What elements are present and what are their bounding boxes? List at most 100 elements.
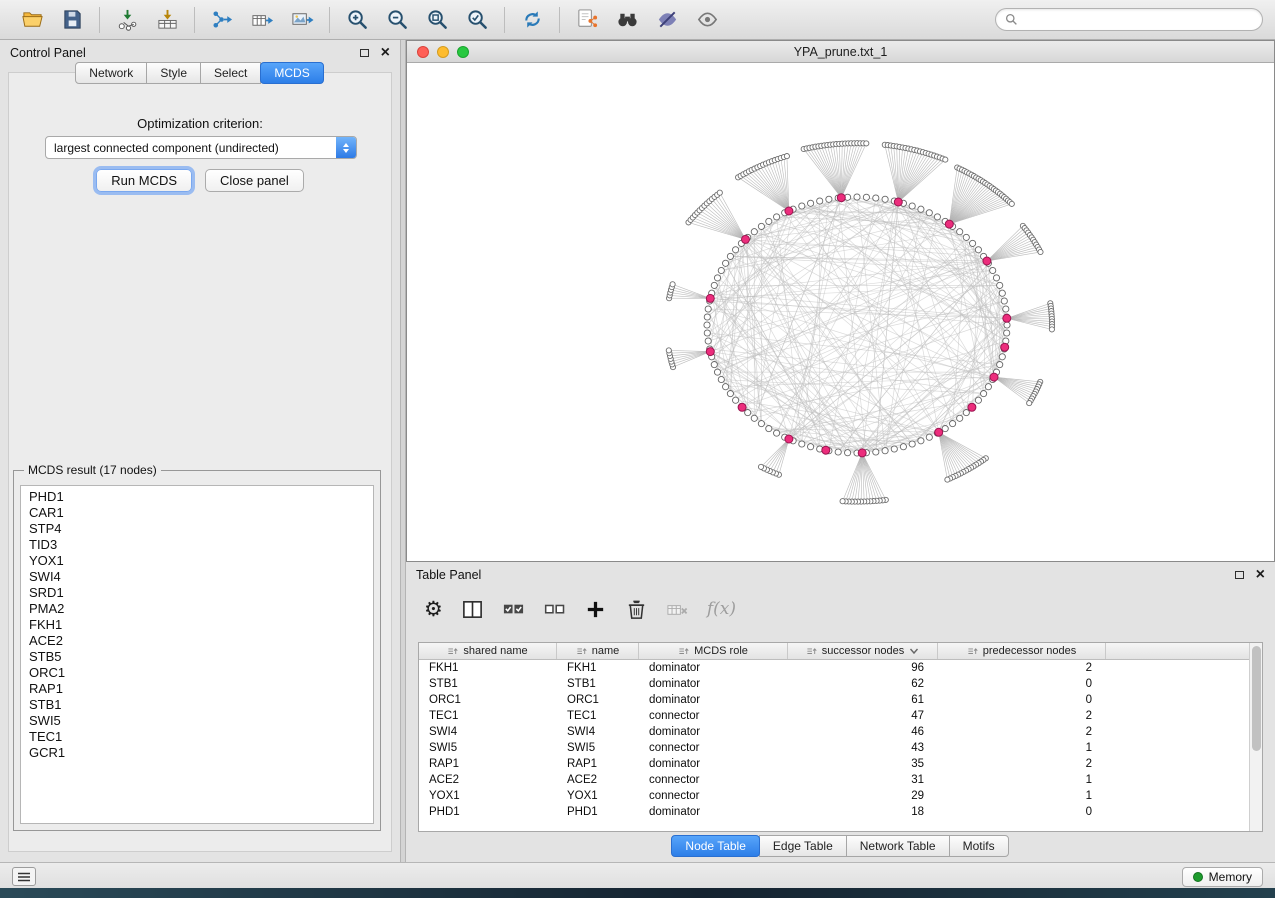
node[interactable]	[997, 362, 1003, 368]
column-header-shared-name[interactable]: shared name	[419, 643, 557, 659]
node[interactable]	[963, 234, 969, 240]
node[interactable]	[909, 441, 915, 447]
tab-select[interactable]: Select	[200, 62, 261, 84]
maximize-window-icon[interactable]	[457, 46, 469, 58]
node[interactable]	[1003, 306, 1009, 312]
node[interactable]	[926, 434, 932, 440]
unselect-all-columns-button[interactable]	[543, 594, 566, 624]
node[interactable]	[799, 203, 805, 209]
node[interactable]	[957, 229, 963, 235]
mcds-result-item[interactable]: YOX1	[21, 553, 373, 569]
node[interactable]	[926, 210, 932, 216]
mcds-result-item[interactable]: SWI5	[21, 713, 373, 729]
node[interactable]	[705, 338, 711, 344]
node[interactable]	[758, 464, 763, 469]
tab-motifs[interactable]: Motifs	[949, 835, 1009, 857]
hub-node[interactable]	[983, 257, 991, 265]
node[interactable]	[970, 240, 976, 246]
zoom-in-button[interactable]	[337, 4, 377, 36]
panel-menu-button[interactable]	[12, 867, 36, 886]
scrollbar-thumb[interactable]	[1252, 646, 1261, 751]
node[interactable]	[808, 444, 814, 450]
float-table-panel-icon[interactable]	[1235, 571, 1244, 579]
hub-node[interactable]	[1001, 343, 1009, 351]
node[interactable]	[918, 206, 924, 212]
hub-node[interactable]	[837, 194, 845, 202]
node[interactable]	[704, 314, 710, 320]
hub-node[interactable]	[742, 235, 750, 243]
minimize-window-icon[interactable]	[437, 46, 449, 58]
node[interactable]	[717, 190, 722, 195]
node[interactable]	[999, 290, 1005, 296]
close-panel-icon[interactable]: ×	[381, 45, 390, 61]
table-row[interactable]: ORC1ORC1dominator610	[419, 692, 1262, 708]
node[interactable]	[1049, 327, 1054, 332]
node[interactable]	[766, 426, 772, 432]
node[interactable]	[918, 438, 924, 444]
node[interactable]	[727, 391, 733, 397]
share-document-button[interactable]	[567, 4, 607, 36]
refresh-layout-button[interactable]	[512, 4, 552, 36]
table-row[interactable]: PHD1PHD1dominator180	[419, 804, 1262, 820]
node[interactable]	[900, 444, 906, 450]
node[interactable]	[993, 275, 999, 281]
node[interactable]	[1001, 298, 1007, 304]
table-settings-button[interactable]: ⚙	[424, 594, 443, 624]
node[interactable]	[981, 391, 987, 397]
split-panel-button[interactable]	[461, 594, 484, 624]
close-window-icon[interactable]	[417, 46, 429, 58]
criterion-select[interactable]: largest connected component (undirected)	[45, 136, 357, 159]
node[interactable]	[704, 322, 710, 328]
node[interactable]	[975, 247, 981, 253]
table-row[interactable]: TEC1TEC1connector472	[419, 708, 1262, 724]
add-row-button[interactable]	[584, 594, 607, 624]
node[interactable]	[950, 421, 956, 427]
tab-style[interactable]: Style	[146, 62, 201, 84]
export-image-button[interactable]	[282, 4, 322, 36]
node[interactable]	[723, 260, 729, 266]
node[interactable]	[758, 421, 764, 427]
node[interactable]	[1027, 401, 1032, 406]
node[interactable]	[733, 247, 739, 253]
table-row[interactable]: ACE2ACE2connector311	[419, 772, 1262, 788]
node[interactable]	[963, 410, 969, 416]
node[interactable]	[835, 449, 841, 455]
mcds-result-item[interactable]: RAP1	[21, 681, 373, 697]
node[interactable]	[705, 306, 711, 312]
mcds-result-item[interactable]: STB5	[21, 649, 373, 665]
memory-button[interactable]: Memory	[1182, 867, 1263, 887]
node[interactable]	[942, 426, 948, 432]
node[interactable]	[666, 348, 671, 353]
close-panel-button[interactable]: Close panel	[205, 169, 304, 192]
zoom-fit-button[interactable]	[417, 4, 457, 36]
node[interactable]	[985, 384, 991, 390]
mcds-result-item[interactable]: GCR1	[21, 745, 373, 761]
node[interactable]	[840, 499, 845, 504]
function-builder-button[interactable]: f(x)	[707, 594, 736, 624]
node[interactable]	[943, 157, 948, 162]
zoom-selected-button[interactable]	[457, 4, 497, 36]
node[interactable]	[864, 141, 869, 146]
column-header-mcds-role[interactable]: MCDS role	[639, 643, 788, 659]
hub-node[interactable]	[785, 207, 793, 215]
node[interactable]	[711, 282, 717, 288]
network-graph[interactable]	[407, 63, 1274, 560]
tab-network-table[interactable]: Network Table	[846, 835, 950, 857]
search-network-button[interactable]	[607, 4, 647, 36]
tab-edge-table[interactable]: Edge Table	[759, 835, 847, 857]
mcds-result-item[interactable]: PHD1	[21, 489, 373, 505]
node[interactable]	[714, 275, 720, 281]
node[interactable]	[1004, 322, 1010, 328]
node[interactable]	[990, 267, 996, 273]
float-panel-icon[interactable]	[360, 49, 369, 57]
mcds-result-item[interactable]: STB1	[21, 697, 373, 713]
mcds-result-item[interactable]: SRD1	[21, 585, 373, 601]
node[interactable]	[882, 196, 888, 202]
column-header-name[interactable]: name	[557, 643, 639, 659]
mcds-result-item[interactable]: CAR1	[21, 505, 373, 521]
node[interactable]	[845, 450, 851, 456]
node[interactable]	[882, 448, 888, 454]
hub-node[interactable]	[945, 220, 953, 228]
node[interactable]	[799, 441, 805, 447]
zoom-out-button[interactable]	[377, 4, 417, 36]
